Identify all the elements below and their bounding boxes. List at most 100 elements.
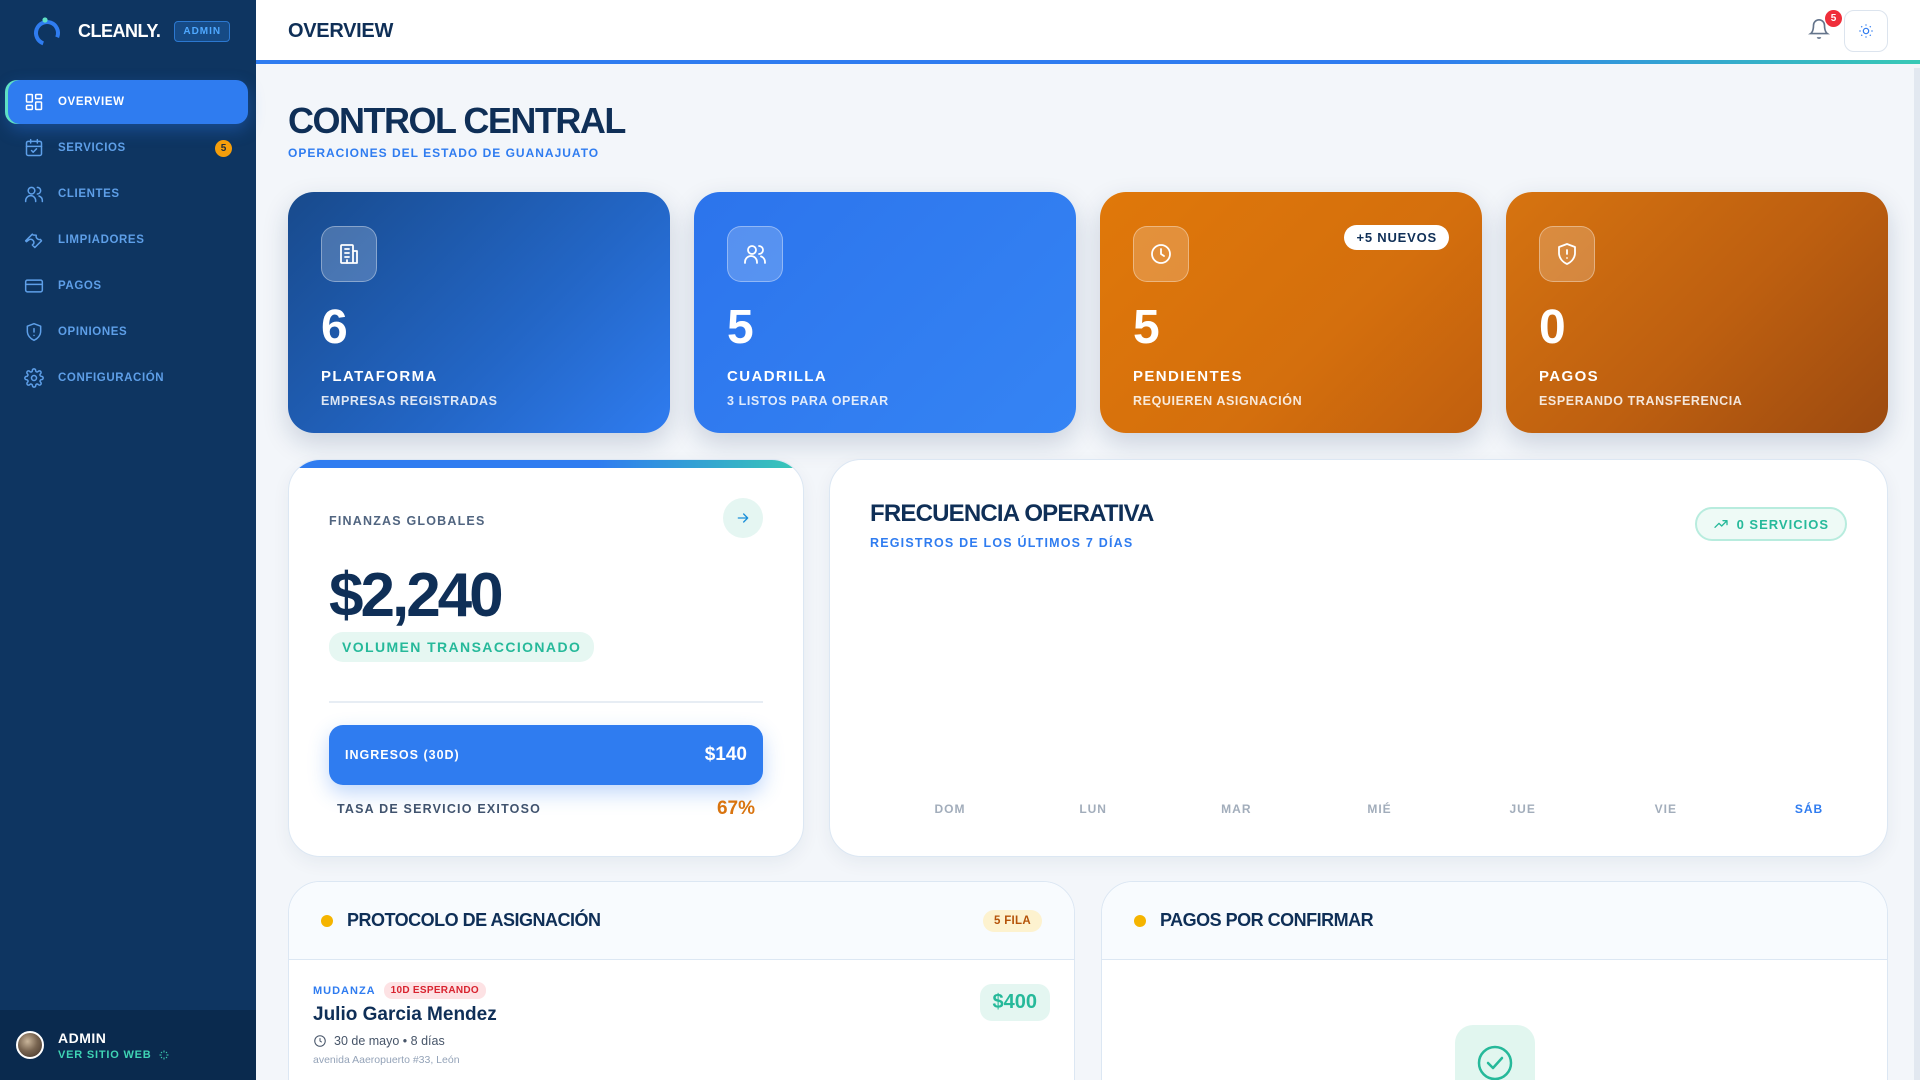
chart-title: FRECUENCIA OPERATIVA <box>870 500 1154 527</box>
sun-icon <box>1859 24 1873 38</box>
check-circle-icon <box>1477 1045 1512 1080</box>
view-site-label: VER SITIO WEB <box>58 1048 152 1061</box>
main-content: CONTROL CENTRAL OPERACIONES DEL ESTADO D… <box>256 68 1920 1080</box>
grid-icon <box>25 93 43 111</box>
stat-value: 5 <box>1133 301 1160 354</box>
panel-header: PROTOCOLO DE ASIGNACIÓN 5 FILA <box>289 882 1074 960</box>
panel-header: PAGOS POR CONFIRMAR <box>1102 882 1887 960</box>
page-title: CONTROL CENTRAL <box>288 100 626 141</box>
sidebar-item-label: LIMPIADORES <box>58 234 145 246</box>
service-type: MUDANZA <box>313 984 376 997</box>
x-tick-label: VIE <box>1654 802 1677 816</box>
finance-card: FINANZAS GLOBALES $2,240 VOLUMEN TRANSAC… <box>288 459 804 857</box>
stat-label: CUADRILLA <box>727 368 828 385</box>
service-date-text: 30 de mayo • 8 días <box>334 1034 445 1048</box>
users-icon <box>24 186 44 203</box>
trending-up-icon <box>1713 520 1728 528</box>
stat-subtitle: 3 LISTOS PARA OPERAR <box>727 394 889 408</box>
page-subtitle: OPERACIONES DEL ESTADO DE GUANAJUATO <box>288 146 600 160</box>
x-tick-label: MAR <box>1221 802 1252 816</box>
logo-icon <box>34 17 61 46</box>
list-item[interactable]: MUDANZA 10D ESPERANDO Julio Garcia Mende… <box>289 960 1074 1080</box>
sidebar-item-overview[interactable]: OVERVIEW <box>8 80 248 124</box>
stat-value: 6 <box>321 301 348 354</box>
sidebar: CLEANLY. ADMIN OVERVIEW SERVICIOS 5 CLIE… <box>0 0 256 1080</box>
activity-chart-card: FRECUENCIA OPERATIVA REGISTROS DE LOS ÚL… <box>829 459 1888 857</box>
sparkle-icon <box>159 1050 169 1059</box>
stat-card-pendientes[interactable]: +5 NUEVOS 5 PENDIENTES REQUIEREN ASIGNAC… <box>1100 192 1482 433</box>
finance-details-button[interactable] <box>723 498 763 538</box>
stat-value: 5 <box>727 301 754 354</box>
building-icon <box>321 226 377 282</box>
payments-panel: PAGOS POR CONFIRMAR <box>1101 881 1888 1080</box>
x-tick-label: DOM <box>934 802 966 816</box>
arrow-right-icon <box>737 513 749 523</box>
top-bar: OVERVIEW 5 <box>256 0 1920 64</box>
calendar-icon <box>25 138 43 157</box>
services-count-label: 0 SERVICIOS <box>1736 516 1829 532</box>
finance-heading: FINANZAS GLOBALES <box>329 514 486 528</box>
sidebar-item-label: OVERVIEW <box>58 96 125 108</box>
x-tick-label: SÁB <box>1794 802 1824 816</box>
finance-total: $2,240 <box>329 561 504 630</box>
user-profile[interactable]: ADMIN VER SITIO WEB <box>0 1010 256 1080</box>
notification-count-badge: 5 <box>1825 10 1842 27</box>
service-date: 30 de mayo • 8 días <box>313 1034 1050 1048</box>
stat-subtitle: ESPERANDO TRANSFERENCIA <box>1539 394 1743 408</box>
clock-icon <box>1133 226 1189 282</box>
stat-label: PLATAFORMA <box>321 368 438 385</box>
view-site-link[interactable]: VER SITIO WEB <box>58 1049 170 1061</box>
success-rate-value: 67% <box>716 798 755 819</box>
income-value: $140 <box>704 744 747 765</box>
finance-accent-bar <box>289 460 803 468</box>
waiting-badge: 10D ESPERANDO <box>383 982 486 999</box>
success-rate-label: TASA DE SERVICIO EXITOSO <box>337 802 542 816</box>
clock-icon <box>314 1035 326 1047</box>
sidebar-nav: OVERVIEW SERVICIOS 5 CLIENTES LIMPIADORE… <box>0 80 256 400</box>
gear-icon <box>24 368 44 388</box>
stat-subtitle: REQUIEREN ASIGNACIÓN <box>1133 394 1303 408</box>
sidebar-item-limpiadores[interactable]: LIMPIADORES <box>8 218 248 262</box>
sidebar-item-label: CONFIGURACIÓN <box>58 372 165 384</box>
shield-alert-icon <box>1539 226 1595 282</box>
card-icon <box>24 279 44 293</box>
sidebar-item-label: OPINIONES <box>58 326 128 338</box>
chart-subtitle: REGISTROS DE LOS ÚLTIMOS 7 DÍAS <box>870 536 1134 550</box>
brand[interactable]: CLEANLY. ADMIN <box>0 0 256 62</box>
sidebar-item-clientes[interactable]: CLIENTES <box>8 172 248 216</box>
stat-card-plataforma[interactable]: 6 PLATAFORMA EMPRESAS REGISTRADAS <box>288 192 670 433</box>
x-tick-label: JUE <box>1509 802 1536 816</box>
avatar <box>16 1031 44 1059</box>
theme-toggle-button[interactable] <box>1844 10 1888 52</box>
stat-label: PENDIENTES <box>1133 368 1243 385</box>
finance-total-label: VOLUMEN TRANSACCIONADO <box>329 632 595 662</box>
services-count-pill[interactable]: 0 SERVICIOS <box>1694 507 1847 541</box>
stat-card-pagos[interactable]: 0 PAGOS ESPERANDO TRANSFERENCIA <box>1506 192 1888 433</box>
sidebar-item-pagos[interactable]: PAGOS <box>8 264 248 308</box>
sidebar-item-label: SERVICIOS <box>58 142 126 154</box>
service-price: $400 <box>979 984 1050 1021</box>
status-dot <box>321 914 333 927</box>
client-name: Julio Garcia Mendez <box>313 1004 497 1025</box>
x-tick-label: MIÉ <box>1367 802 1392 816</box>
panel-title: PAGOS POR CONFIRMAR <box>1160 910 1374 930</box>
success-rate-row: TASA DE SERVICIO EXITOSO 67% <box>337 798 755 820</box>
brand-name: CLEANLY. <box>78 20 161 41</box>
stat-value: 0 <box>1539 301 1566 354</box>
assignment-panel: PROTOCOLO DE ASIGNACIÓN 5 FILA MUDANZA 1… <box>288 881 1075 1080</box>
sidebar-item-opiniones[interactable]: OPINIONES <box>8 310 248 354</box>
stat-label: PAGOS <box>1539 368 1600 385</box>
income-row[interactable]: INGRESOS (30D) $140 <box>329 725 763 785</box>
servicios-count-badge: 5 <box>215 140 232 157</box>
notifications-button[interactable]: 5 <box>1808 10 1842 42</box>
wrench-icon <box>24 233 43 249</box>
empty-state <box>1454 1025 1535 1080</box>
sidebar-item-label: CLIENTES <box>58 188 120 200</box>
stat-subtitle: EMPRESAS REGISTRADAS <box>321 394 498 408</box>
stat-card-cuadrilla[interactable]: 5 CUADRILLA 3 LISTOS PARA OPERAR <box>694 192 1076 433</box>
sidebar-item-servicios[interactable]: SERVICIOS 5 <box>8 126 248 170</box>
sidebar-item-configuracion[interactable]: CONFIGURACIÓN <box>8 356 248 400</box>
new-items-badge: +5 NUEVOS <box>1344 225 1449 250</box>
shield-icon <box>26 322 42 342</box>
panel-title: PROTOCOLO DE ASIGNACIÓN <box>347 910 601 930</box>
